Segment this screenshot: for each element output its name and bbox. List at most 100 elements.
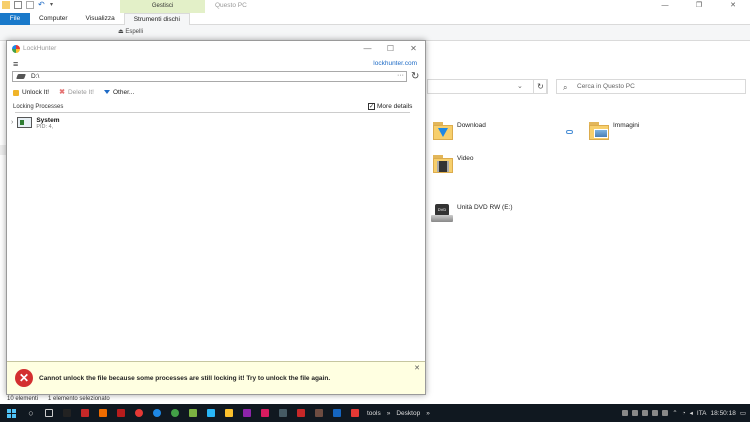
tab-visualizza[interactable]: Visualizza (77, 13, 124, 25)
toolbar-expand-icon[interactable]: » (384, 410, 394, 417)
app-icon-16[interactable] (328, 404, 346, 422)
quick-access-toolbar: ↶ ▾ (2, 1, 58, 9)
tray-icon-2[interactable] (632, 410, 639, 416)
error-close-icon[interactable]: ✕ (414, 364, 420, 372)
lockhunter-titlebar: LockHunter — ☐ ✕ (7, 41, 425, 57)
folder-download[interactable]: Download (433, 122, 486, 140)
search-taskbar-icon[interactable]: ○ (22, 404, 40, 422)
more-details-checkbox[interactable]: ✓ More details (368, 103, 412, 110)
unlock-label: Unlock It! (22, 88, 50, 96)
undo-icon[interactable]: ↶ (38, 1, 46, 9)
lh-close-button[interactable]: ✕ (402, 41, 425, 56)
cloud-sync-icon (566, 130, 573, 134)
more-details-label: More details (377, 103, 413, 110)
language-indicator[interactable]: ITA (697, 410, 707, 417)
maximize-button[interactable]: ❐ (682, 0, 716, 12)
minimize-button[interactable]: — (648, 0, 682, 12)
lockhunter-title: LockHunter (23, 45, 57, 52)
other-button[interactable]: Other... (103, 88, 134, 96)
delete-button[interactable]: ✖ Delete It! (59, 88, 94, 97)
volume-icon[interactable]: ◂ (690, 409, 693, 417)
tab-strumenti-dischi[interactable]: Strumenti dischi (123, 13, 190, 25)
tray-icon-3[interactable] (642, 410, 649, 416)
task-view-icon[interactable] (40, 404, 58, 422)
locking-processes-section: Locking Processes ✓ More details (13, 103, 418, 113)
lh-minimize-button[interactable]: — (356, 41, 379, 56)
system-tray: ⌃ ◔ ◂ ITA 18:50:18 ▭ (622, 404, 750, 422)
lh-maximize-button[interactable]: ☐ (379, 41, 402, 56)
lockhunter-website-link[interactable]: lockhunter.com (373, 60, 417, 67)
process-name: System (36, 117, 60, 124)
taskbar-toolbar-tools[interactable]: tools (364, 410, 384, 417)
process-window-icon (17, 117, 33, 128)
app-icon-5[interactable] (130, 404, 148, 422)
lockhunter-toolbar: Unlock It! ✖ Delete It! Other... (13, 88, 134, 96)
expand-chevron-icon[interactable]: › (11, 119, 13, 126)
app-icon-9[interactable] (202, 404, 220, 422)
drive-dvd[interactable]: DVD Unità DVD RW (E:) (431, 204, 513, 224)
folder-immagini[interactable]: Immagini (589, 122, 639, 140)
app-icon-10[interactable] (220, 404, 238, 422)
checkbox-checked-icon: ✓ (368, 103, 375, 110)
clock[interactable]: 18:50:18 (711, 410, 736, 417)
search-input[interactable]: ⌕ Cerca in Questo PC (556, 79, 746, 94)
refresh-button[interactable]: ↻ (533, 79, 548, 94)
properties-icon[interactable] (14, 1, 22, 9)
address-bar[interactable] (427, 79, 547, 94)
unlock-button[interactable]: Unlock It! (13, 88, 49, 96)
error-icon: ✕ (15, 369, 33, 387)
app-icon-8[interactable] (184, 404, 202, 422)
tray-icon-4[interactable] (652, 410, 659, 416)
hamburger-menu-icon[interactable]: ≡ (13, 59, 18, 69)
app-icon-12[interactable] (256, 404, 274, 422)
context-tab-gestisci[interactable]: Gestisci (120, 0, 205, 13)
pictures-folder-icon (589, 122, 609, 140)
app-icon-11[interactable] (238, 404, 256, 422)
taskbar-toolbar-desktop[interactable]: Desktop (393, 410, 423, 417)
browser-icon[interactable] (148, 404, 166, 422)
folder-download-label: Download (457, 122, 486, 129)
path-input[interactable]: D:\ ··· (12, 71, 407, 82)
chrome-icon[interactable] (166, 404, 184, 422)
eject-button[interactable]: ⏏ Espelli (118, 28, 143, 35)
process-pid: PID: 4, (36, 124, 54, 130)
folder-icon[interactable] (2, 1, 10, 9)
explorer-status-bar: 10 elementi 1 elemento selezionato (0, 395, 750, 404)
app-icon-3[interactable] (94, 404, 112, 422)
app-icon-15[interactable] (310, 404, 328, 422)
address-dropdown-icon[interactable]: ⌄ (517, 82, 523, 90)
drive-icon (16, 74, 26, 79)
tab-file[interactable]: File (0, 13, 30, 25)
browse-button[interactable]: ··· (397, 72, 404, 79)
windows-logo-icon (6, 408, 16, 418)
notification-icon[interactable]: ▭ (740, 409, 746, 417)
download-folder-icon (433, 122, 453, 140)
start-button[interactable] (0, 404, 22, 422)
explorer-window-controls: — ❐ ✕ (648, 0, 750, 12)
app-icon-4[interactable] (112, 404, 130, 422)
eject-label: Espelli (125, 29, 144, 35)
app-icon-2[interactable] (76, 404, 94, 422)
ribbon-body: ⏏ Espelli (0, 25, 750, 41)
app-icon-1[interactable] (58, 404, 76, 422)
close-button[interactable]: ✕ (716, 0, 750, 12)
tab-computer[interactable]: Computer (30, 13, 77, 25)
process-info: System PID: 4, (36, 117, 59, 130)
app-icon-14[interactable] (292, 404, 310, 422)
qat-dropdown-icon[interactable]: ▾ (50, 1, 58, 9)
locking-processes-label: Locking Processes (13, 104, 64, 110)
wifi-icon[interactable]: ◔ (682, 410, 686, 417)
tray-icon-5[interactable] (662, 410, 669, 416)
lockhunter-window: LockHunter — ☐ ✕ ≡ lockhunter.com D:\ ··… (6, 40, 426, 395)
show-hidden-icons-icon[interactable]: ⌃ (672, 409, 677, 417)
new-folder-icon[interactable] (26, 1, 34, 9)
folder-video[interactable]: Video (433, 155, 474, 173)
app-icon-13[interactable] (274, 404, 292, 422)
taskbar: ○ tools » Desktop » ⌃ ◔ ◂ ITA 18:50:18 ▭ (0, 404, 750, 422)
lh-refresh-icon[interactable]: ↻ (411, 71, 419, 82)
app-icon-17[interactable] (346, 404, 364, 422)
process-row[interactable]: › System PID: 4, (11, 117, 59, 130)
toolbar-expand-icon-2[interactable]: » (423, 410, 433, 417)
tray-icon-1[interactable] (622, 410, 629, 416)
lock-icon (13, 90, 19, 96)
